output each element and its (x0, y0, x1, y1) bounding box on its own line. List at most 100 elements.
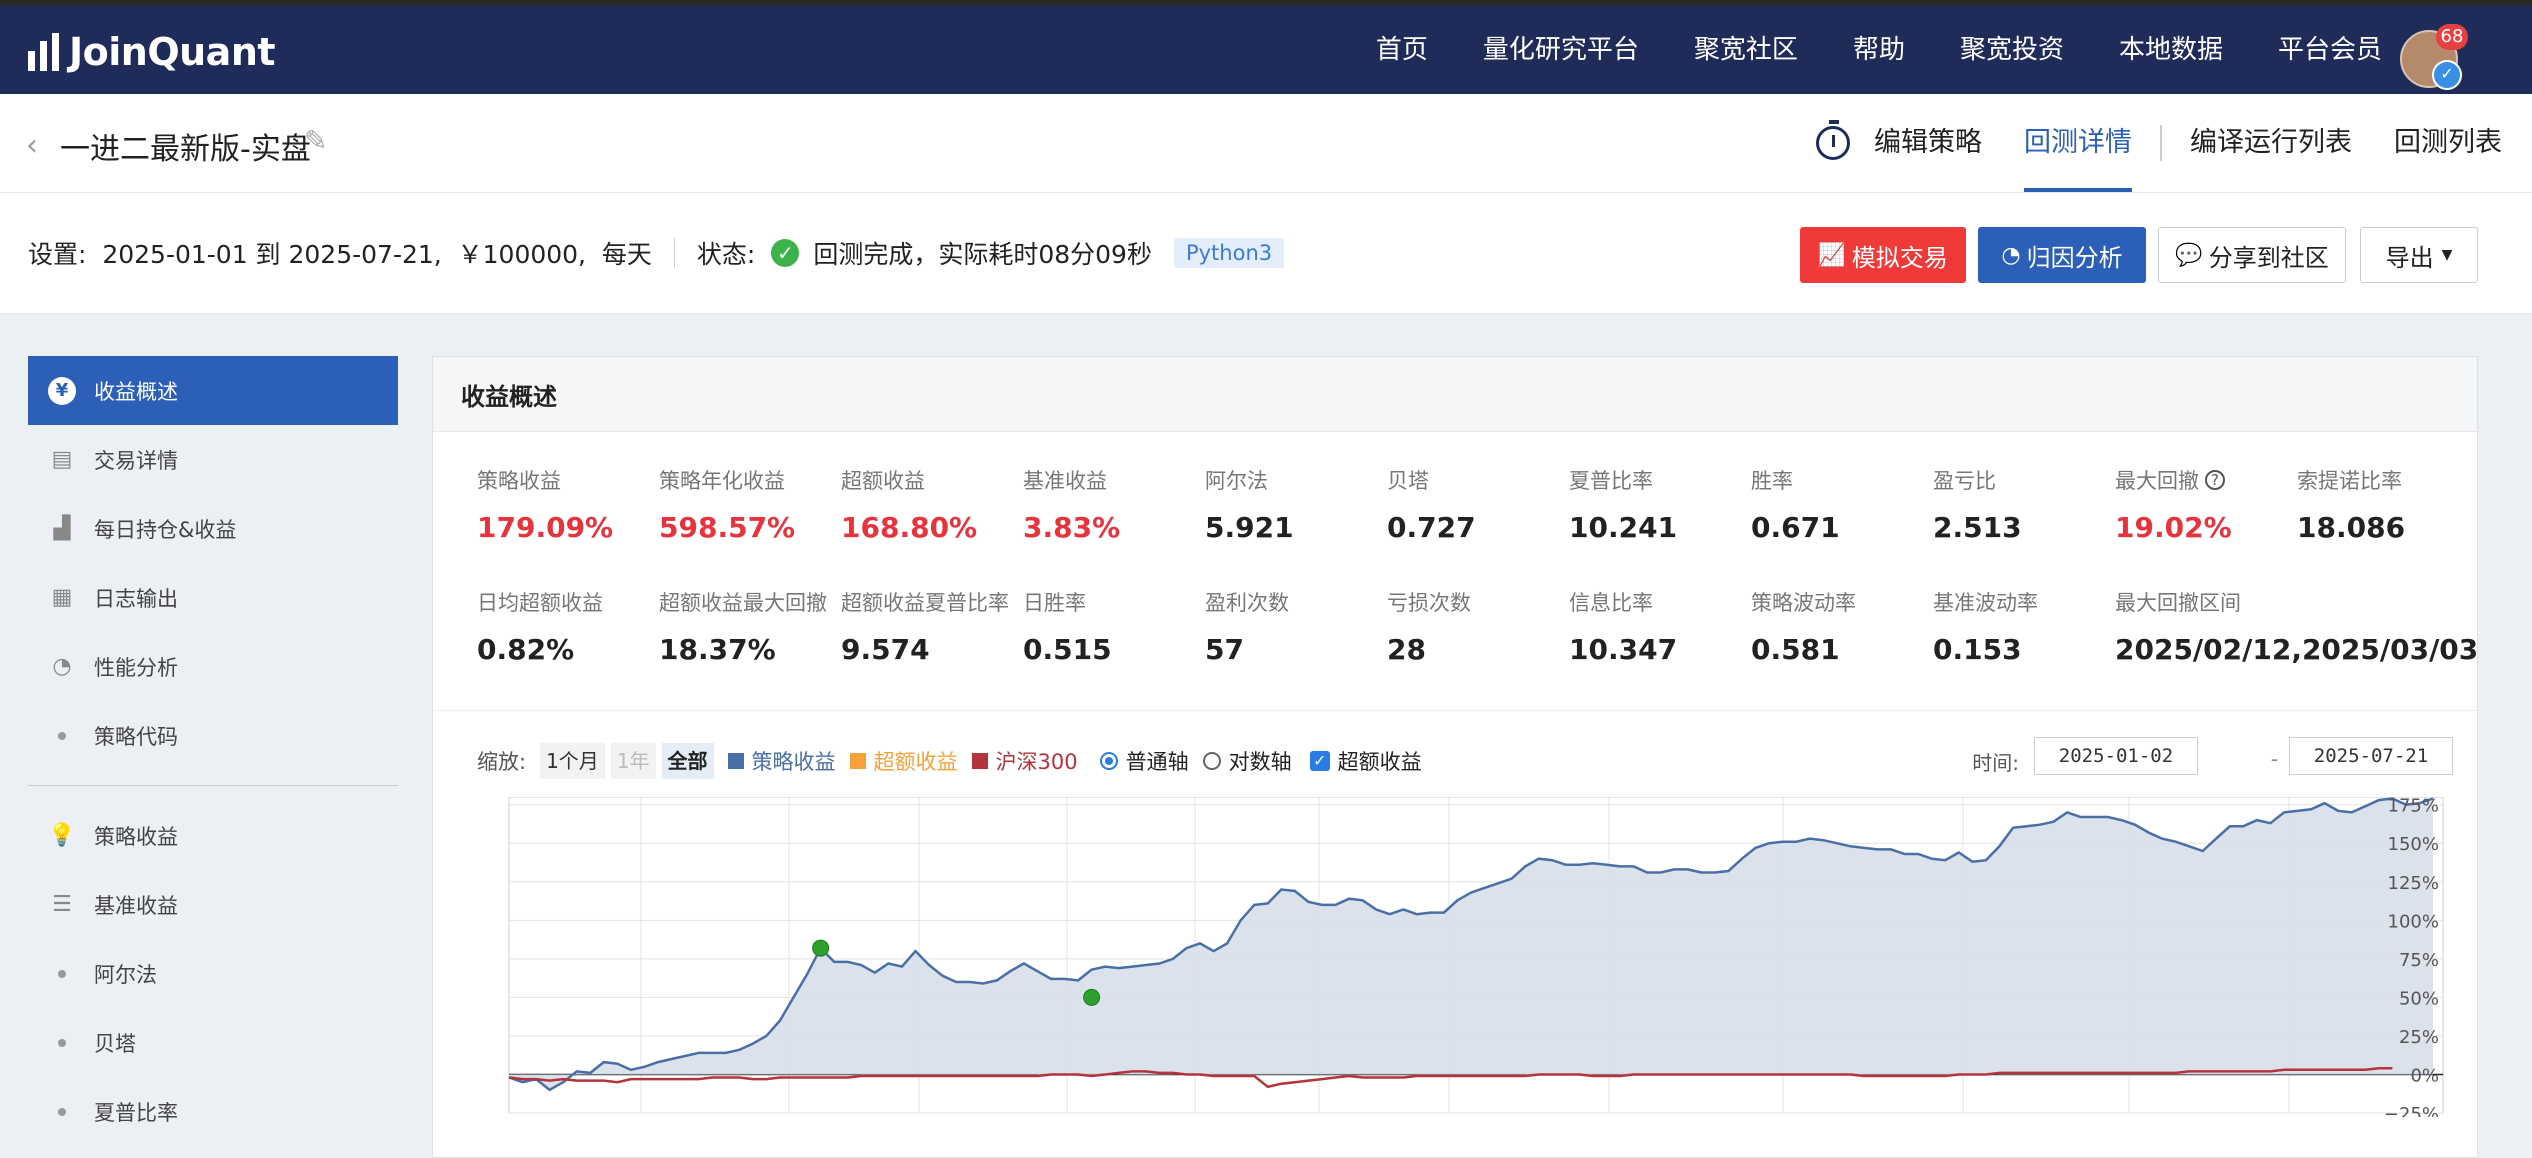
metric-label: 阿尔法 (1205, 469, 1268, 493)
log-axis-radio[interactable] (1202, 752, 1221, 770)
top-navbar: JoinQuant 首页 量化研究平台 聚宽社区 帮助 聚宽投资 本地数据 平台… (0, 0, 2532, 94)
share-button[interactable]: 💬 分享到社区 (2158, 227, 2346, 283)
tab-backtest-details[interactable]: 回测详情 (2024, 94, 2132, 192)
notification-badge[interactable]: 68 (2436, 24, 2468, 50)
tab-backtest-list[interactable]: 回测列表 (2394, 94, 2502, 192)
sidebar-divider (28, 785, 398, 786)
database-icon: ☰ (52, 892, 72, 917)
metric-value: 19.02% (2115, 511, 2232, 544)
time-label: 时间: (1972, 751, 2019, 775)
chart-up-icon: 📈 (1818, 242, 1846, 268)
metric-max-drawdown: 最大回撤? 19.02% (2115, 465, 2295, 544)
attribution-label: 归因分析 (2026, 243, 2123, 272)
status-label: 状态: (696, 240, 756, 269)
tab-divider (2160, 125, 2162, 161)
metric-excess-sharpe: 超额收益夏普比率 9.574 (841, 587, 1021, 666)
date-from-input[interactable]: 2025-01-02 (2034, 737, 2198, 775)
settings-bar: 设置: 2025-01-01 到 2025-07-21, ￥100000, 每天… (0, 193, 2532, 314)
excess-return-checkbox[interactable]: ✓ (1309, 751, 1330, 771)
metric-value: 3.83% (1023, 511, 1121, 544)
legend-hs300[interactable]: 沪深300 (971, 746, 1078, 776)
strategy-tabs: 编辑策略 回测详情 编译运行列表 回测列表 (1816, 94, 2502, 192)
sidebar-item-overview[interactable]: ¥ 收益概述 (28, 356, 398, 425)
nav-membership[interactable]: 平台会员 (2278, 30, 2382, 70)
sidebar-item-label: 贝塔 (94, 1031, 136, 1056)
sidebar-item-benchmark-return[interactable]: ☰ 基准收益 (28, 870, 398, 939)
stopwatch-icon (1816, 120, 1850, 160)
metric-value: 10.347 (1569, 633, 1678, 666)
attribution-button[interactable]: ◔ 归因分析 (1978, 227, 2146, 283)
metric-value: 0.581 (1751, 633, 1840, 666)
strategy-titlebar: ‹ 一进二最新版-实盘 ✎ 编辑策略 回测详情 编译运行列表 回测列表 (0, 94, 2532, 193)
excess-return-label: 超额收益 (1337, 750, 1422, 774)
nav-research[interactable]: 量化研究平台 (1483, 30, 1639, 70)
sidebar-item-trades[interactable]: ▤ 交易详情 (28, 425, 398, 494)
zoom-1-month-button[interactable]: 1个月 (540, 743, 605, 779)
nav-help[interactable]: 帮助 (1853, 30, 1905, 70)
caret-down-icon: ▼ (2441, 247, 2453, 263)
metric-daily-win-rate: 日胜率 0.515 (1023, 587, 1203, 666)
zoom-1-year-button[interactable]: 1年 (610, 743, 656, 779)
metric-value: 0.727 (1387, 511, 1476, 544)
bar-chart-icon: ▟ (53, 516, 71, 541)
sidebar-item-label: 性能分析 (94, 655, 178, 680)
nav-home[interactable]: 首页 (1376, 30, 1428, 70)
y-tick-label: −25% (2384, 1104, 2439, 1117)
y-tick-label: 0% (2410, 1065, 2439, 1086)
metric-label: 贝塔 (1387, 469, 1429, 493)
status-text: 回测完成，实际耗时08分09秒 (813, 240, 1152, 269)
sidebar-item-strategy-return[interactable]: 💡 策略收益 (28, 801, 398, 870)
sidebar-item-holdings[interactable]: ▟ 每日持仓&收益 (28, 494, 398, 563)
metric-value: 0.515 (1023, 633, 1112, 666)
normal-axis-radio[interactable] (1099, 752, 1118, 770)
nav-local-data[interactable]: 本地数据 (2119, 30, 2223, 70)
sidebar-item-performance[interactable]: ◔ 性能分析 (28, 632, 398, 701)
metric-value: 57 (1205, 633, 1244, 666)
tab-compile-runs[interactable]: 编译运行列表 (2190, 94, 2352, 192)
sidebar-item-code[interactable]: 策略代码 (28, 701, 398, 770)
sidebar-item-alpha[interactable]: 阿尔法 (28, 939, 398, 1008)
sim-trade-label: 模拟交易 (1851, 243, 1948, 272)
sidebar-item-label: 夏普比率 (94, 1100, 178, 1125)
sidebar-item-logs[interactable]: ▦ 日志输出 (28, 563, 398, 632)
metric-strategy-volatility: 策略波动率 0.581 (1751, 587, 1931, 666)
metric-label: 策略波动率 (1751, 591, 1856, 615)
nav-community[interactable]: 聚宽社区 (1694, 30, 1798, 70)
metric-alpha: 阿尔法 5.921 (1205, 465, 1385, 544)
sidebar-item-beta[interactable]: 贝塔 (28, 1008, 398, 1077)
metric-strategy-return: 策略收益 179.09% (477, 465, 657, 544)
y-tick-label: 75% (2399, 950, 2439, 971)
logo-mark-icon (28, 33, 59, 71)
back-chevron-icon[interactable]: ‹ (26, 128, 38, 163)
metric-win-count: 盈利次数 57 (1205, 587, 1385, 666)
legend-excess[interactable]: 超额收益 (849, 746, 958, 776)
metric-value: 0.671 (1751, 511, 1840, 544)
sim-trade-button[interactable]: 📈 模拟交易 (1800, 227, 1966, 283)
sidebar-item-label: 收益概述 (94, 379, 178, 404)
legend-strategy[interactable]: 策略收益 (727, 746, 836, 776)
pie-chart-icon: ◔ (2001, 242, 2021, 268)
y-tick-label: 125% (2388, 873, 2439, 894)
chart-controls: 缩放: 1个月 1年 全部 策略收益 超额收益 沪深300 普通轴 对数轴 ✓ … (477, 731, 2453, 791)
export-dropdown[interactable]: 导出 ▼ (2360, 227, 2478, 283)
metric-loss-count: 亏损次数 28 (1387, 587, 1567, 666)
bullet-dot (58, 731, 66, 740)
settings-divider (673, 238, 675, 268)
share-label: 分享到社区 (2208, 243, 2329, 272)
sidebar-item-sharpe[interactable]: 夏普比率 (28, 1077, 398, 1146)
tab-edit-strategy[interactable]: 编辑策略 (1874, 94, 1982, 192)
zoom-all-button[interactable]: 全部 (661, 743, 714, 779)
nav-invest[interactable]: 聚宽投资 (1960, 30, 2064, 70)
yen-icon: ¥ (48, 376, 76, 405)
help-question-icon[interactable]: ? (2205, 470, 2225, 490)
metric-value: 179.09% (477, 511, 614, 544)
metric-label: 超额收益 (841, 469, 925, 493)
y-tick-label: 175% (2388, 797, 2439, 817)
date-to-input[interactable]: 2025-07-21 (2289, 737, 2453, 775)
joinquant-logo[interactable]: JoinQuant (28, 30, 276, 74)
metric-label: 盈亏比 (1933, 469, 1996, 493)
log-icon: ▦ (51, 585, 73, 610)
edit-pencil-icon[interactable]: ✎ (304, 124, 327, 157)
metric-excess-return: 超额收益 168.80% (841, 465, 1021, 544)
metric-value: 5.921 (1205, 511, 1294, 544)
